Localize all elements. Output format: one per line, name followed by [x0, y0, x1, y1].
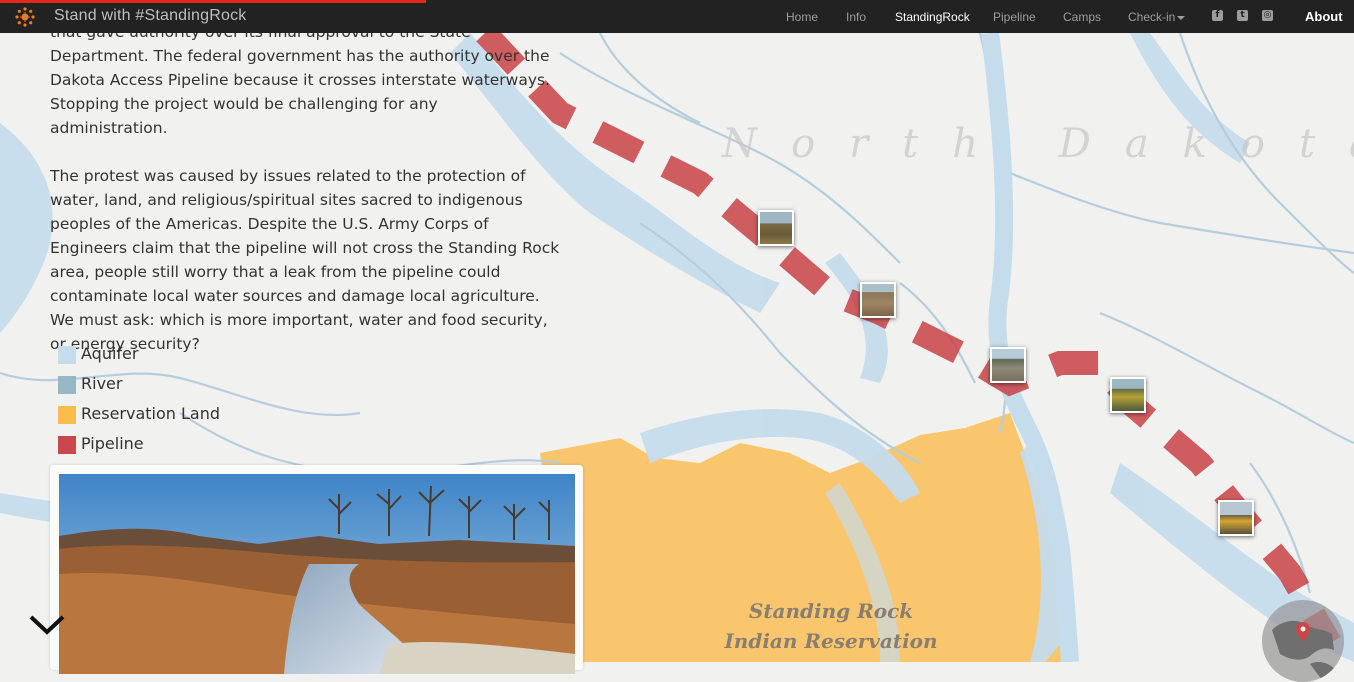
nav-about[interactable]: About: [1305, 9, 1343, 24]
river-photo-image: [59, 474, 575, 674]
river-line-10: [179, 412, 561, 475]
chevron-down-icon: [29, 615, 65, 635]
top-navbar: Stand with #StandingRock Home Info Stand…: [0, 0, 1354, 33]
aquifer-b: [0, 123, 53, 333]
story-paragraph: that gave authority over its final appro…: [50, 23, 551, 137]
river-line-7: [1009, 171, 1354, 255]
pipeline-photo-marker[interactable]: [860, 282, 896, 318]
photo-card: [50, 465, 583, 674]
twitter-icon[interactable]: t: [1237, 10, 1248, 21]
river-photo: [59, 474, 575, 674]
legend-label: Aquifer: [81, 344, 139, 363]
scroll-down-chevron-icon[interactable]: [28, 612, 66, 638]
nav-checkin-label: Check-in: [1128, 10, 1176, 24]
instagram-icon[interactable]: ◎: [1262, 10, 1273, 21]
legend-swatch-river: [58, 376, 76, 394]
nav-camps[interactable]: Camps: [1063, 10, 1101, 24]
river-line-11: [599, 32, 701, 124]
nav-home[interactable]: Home: [786, 10, 818, 24]
pipeline-photo-marker[interactable]: [1218, 500, 1254, 536]
nav-pipeline[interactable]: Pipeline: [993, 10, 1036, 24]
nav-standingrock[interactable]: StandingRock: [895, 10, 970, 24]
pipeline-photo-marker[interactable]: [990, 347, 1026, 383]
caret-down-icon: [1177, 15, 1186, 20]
facebook-icon[interactable]: f: [1212, 10, 1223, 21]
nav-info[interactable]: Info: [846, 10, 866, 24]
legend-swatch-aquifer: [58, 346, 76, 364]
legend-swatch-reservation: [58, 406, 76, 424]
state-label: North Dakota: [722, 121, 1354, 167]
legend-label: Reservation Land: [81, 404, 221, 423]
legend-swatch-pipeline: [58, 436, 76, 454]
reservation-label-line1: Standing Rock: [748, 599, 914, 623]
globe-icon: [1272, 620, 1336, 680]
globe-location-button[interactable]: [1262, 600, 1344, 682]
nav-checkin-dropdown[interactable]: Check-in: [1128, 10, 1186, 24]
story-text: that gave authority over its final appro…: [50, 20, 560, 380]
reading-progress-bar: [0, 0, 426, 3]
reservation-label: Standing Rock Indian Reservation: [716, 596, 946, 656]
pipeline-photo-marker[interactable]: [758, 210, 794, 246]
brand-title[interactable]: Stand with #StandingRock: [54, 7, 246, 25]
legend-label: River: [81, 374, 123, 393]
story-paragraph: The protest was caused by issues related…: [50, 167, 560, 353]
reservation-label-line2: Indian Reservation: [724, 629, 938, 653]
pipeline-photo-marker[interactable]: [1110, 377, 1146, 413]
legend-label: Pipeline: [81, 434, 144, 453]
brand-logo-icon[interactable]: [13, 5, 37, 29]
